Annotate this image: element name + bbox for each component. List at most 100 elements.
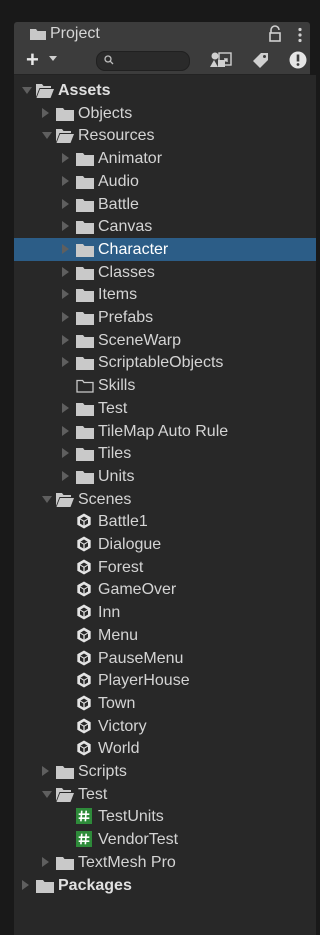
tree-item-resources[interactable]: Resources [14,124,316,147]
more-options-icon[interactable] [297,27,303,43]
filter-by-type-icon[interactable] [209,51,227,69]
tree-item-prefabs[interactable]: Prefabs [14,306,316,329]
tree-item-scripts[interactable]: Scripts [14,760,316,783]
tree-item-packages[interactable]: Packages [14,874,316,897]
tree-item-inn[interactable]: Inn [14,601,316,624]
collapsed-arrow-icon[interactable] [62,221,69,232]
csharp-script-icon [76,831,92,848]
tree-item-victory[interactable]: Victory [14,715,316,738]
tree-item-tiles[interactable]: Tiles [14,442,316,465]
folder-open-icon [56,128,74,144]
collapsed-arrow-icon[interactable] [42,766,49,776]
chevron-down-icon[interactable] [49,56,57,61]
collapsed-arrow-icon[interactable] [62,266,69,277]
collapsed-arrow-icon[interactable] [62,289,69,300]
tree-item-items[interactable]: Items [14,283,316,306]
tree-item-town[interactable]: Town [14,692,316,715]
tree-item-skills[interactable]: Skills [14,374,316,397]
tree-item-label: Resources [78,127,155,145]
folder-open-icon [56,787,74,802]
folder-open-icon [36,83,54,98]
tree-item-label: ScriptableObjects [98,354,224,372]
collapsed-arrow-icon[interactable] [42,107,49,118]
collapsed-arrow-icon[interactable] [62,334,69,345]
tree-item-test[interactable]: Test [14,783,316,806]
tree-item-assets[interactable]: Assets [14,79,316,102]
tree-item-playerhouse[interactable]: PlayerHouse [14,669,316,692]
tree-item-menu[interactable]: Menu [14,624,316,647]
tree-item-forest[interactable]: Forest [14,556,316,579]
folder-open-icon [56,492,74,507]
folder-icon [76,174,94,189]
folder-icon [76,151,94,167]
tree-item-label: Inn [98,604,121,622]
folder-icon [30,29,46,40]
warning-icon[interactable] [289,51,307,69]
collapsed-arrow-icon[interactable] [62,312,69,322]
folder-icon [76,310,94,325]
csharp-script-icon [76,808,92,825]
folder-icon [76,401,94,416]
collapsed-arrow-icon[interactable] [22,879,29,890]
tab-project[interactable]: Project [14,22,310,46]
tree-item-label: Skills [98,377,136,395]
tree-item-dialogue[interactable]: Dialogue [14,533,316,556]
tree-item-animator[interactable]: Animator [14,147,316,170]
folder-icon [76,446,94,462]
filter-by-label-icon[interactable] [252,51,270,69]
collapsed-arrow-icon[interactable] [62,357,69,368]
tree-item-units[interactable]: Units [14,465,316,488]
tree-item-scenewarp[interactable]: SceneWarp [14,329,316,352]
collapsed-arrow-icon[interactable] [62,402,69,413]
tree-item-textmesh-pro[interactable]: TextMesh Pro [14,851,316,874]
tree-item-test[interactable]: Test [14,397,316,420]
folder-icon [36,878,54,893]
tree-item-label: Dialogue [98,536,162,553]
collapsed-arrow-icon[interactable] [42,856,49,867]
tree-item-testunits[interactable]: TestUnits [14,805,316,828]
folder-icon [76,242,94,257]
lock-icon[interactable] [268,25,282,43]
tree-item-label: Scripts [78,763,127,780]
collapsed-arrow-icon[interactable] [62,243,69,254]
tree-item-pausemenu[interactable]: PauseMenu [14,647,316,670]
collapsed-arrow-icon[interactable] [62,175,69,186]
collapsed-arrow-icon[interactable] [62,153,69,164]
tree-item-tilemap-auto-rule[interactable]: TileMap Auto Rule [14,420,316,443]
tree-item-scenes[interactable]: Scenes [14,488,316,511]
collapsed-arrow-icon[interactable] [62,470,69,481]
folder-icon [76,355,94,371]
expanded-arrow-icon[interactable] [42,495,52,503]
folder-icon [76,333,94,348]
tree-item-character[interactable]: Character [14,237,316,261]
tree-item-label: Audio [98,172,139,190]
collapsed-arrow-icon[interactable] [62,448,69,459]
tree-item-world[interactable]: World [14,737,316,760]
project-toolbar: + [14,46,310,75]
folder-icon [56,764,74,779]
tree-item-battle1[interactable]: Battle1 [14,510,316,533]
collapsed-arrow-icon[interactable] [62,198,69,209]
tree-item-battle[interactable]: Battle [14,193,316,216]
tree-item-label: PlayerHouse [98,672,190,690]
tree-item-scriptableobjects[interactable]: ScriptableObjects [14,351,316,374]
tree-item-label: Assets [58,82,111,99]
create-button[interactable]: + [26,48,39,72]
tree-item-canvas[interactable]: Canvas [14,215,316,238]
expanded-arrow-icon[interactable] [22,87,32,94]
tree-item-vendortest[interactable]: VendorTest [14,828,316,851]
tree-item-audio[interactable]: Audio [14,170,316,193]
tree-item-classes[interactable]: Classes [14,261,316,284]
tree-item-label: Classes [98,263,155,281]
search-input[interactable] [96,51,232,71]
tree-item-gameover[interactable]: GameOver [14,578,316,601]
tree-item-objects[interactable]: Objects [14,102,316,125]
tree-item-label: Items [98,286,138,304]
tree-item-label: TextMesh Pro [78,853,176,871]
collapsed-arrow-icon[interactable] [62,425,69,436]
expanded-arrow-icon[interactable] [42,790,52,798]
tree-item-label: Menu [98,626,139,644]
tree-item-label: Packages [58,876,132,894]
expanded-arrow-icon[interactable] [42,132,52,140]
unity-scene-icon [76,718,92,734]
